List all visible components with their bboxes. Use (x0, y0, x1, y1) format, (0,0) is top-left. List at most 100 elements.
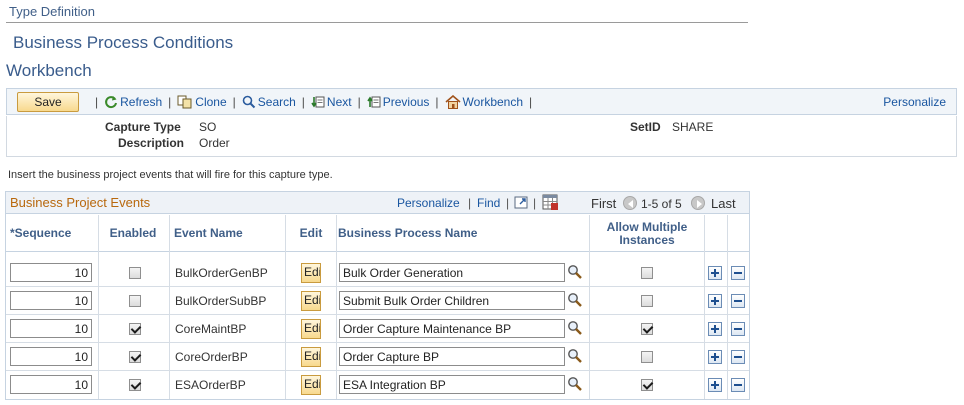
column-header-sequence[interactable]: *Sequence (10, 215, 105, 252)
refresh-link[interactable]: Refresh (104, 95, 162, 109)
edit-button[interactable]: Edit (301, 263, 321, 283)
sequence-input[interactable] (10, 263, 92, 282)
capture-type-label: Capture Type (105, 120, 181, 134)
toolbar-separator: | (232, 94, 236, 109)
refresh-label: Refresh (120, 94, 163, 109)
grid-last-label: Last (711, 196, 736, 211)
add-row-button[interactable] (708, 294, 722, 308)
grid-personalize-link[interactable]: Personalize (397, 196, 460, 210)
delete-row-button[interactable] (731, 350, 745, 364)
column-header-allow-multiple[interactable]: Allow Multiple Instances (591, 215, 703, 252)
grid-header: Business Project Events Personalize | Fi… (6, 192, 749, 214)
lookup-icon[interactable] (567, 320, 583, 336)
allow-multiple-checkbox[interactable] (641, 295, 653, 307)
next-icon (311, 96, 325, 107)
event-name: CoreMaintBP (175, 322, 247, 336)
clone-link[interactable]: Clone (177, 94, 227, 109)
sequence-input[interactable] (10, 375, 92, 394)
add-row-button[interactable] (708, 322, 722, 336)
lookup-icon[interactable] (567, 264, 583, 280)
table-row: ESAOrderBP Edit (6, 371, 749, 399)
allow-multiple-checkbox[interactable] (641, 351, 653, 363)
type-definition-rule (6, 22, 748, 23)
info-box: Capture Type SO Description Order SetID … (6, 116, 957, 157)
previous-page-button[interactable] (623, 196, 637, 210)
event-name: BulkOrderSubBP (175, 294, 267, 308)
toolbar-separator: | (529, 94, 533, 109)
search-label: Search (257, 94, 296, 109)
download-excel-icon[interactable] (542, 194, 559, 211)
allow-multiple-checkbox[interactable] (641, 379, 653, 391)
bp-name-input[interactable] (339, 347, 565, 366)
clone-icon (177, 95, 192, 108)
table-row: BulkOrderGenBP Edit (6, 259, 749, 287)
lookup-icon[interactable] (567, 292, 583, 308)
next-page-button[interactable] (691, 196, 705, 210)
edit-button[interactable]: Edit (301, 347, 321, 367)
delete-row-button[interactable] (731, 378, 745, 392)
workbench-label: Workbench (462, 94, 524, 109)
toolbar-separator: | (357, 94, 361, 109)
view-all-icon[interactable] (514, 195, 529, 210)
previous-label: Previous (382, 94, 430, 109)
home-icon (445, 94, 461, 109)
bp-name-input[interactable] (339, 263, 565, 282)
workbench-link[interactable]: Workbench (445, 94, 524, 109)
table-row: CoreMaintBP Edit (6, 315, 749, 343)
edit-button[interactable]: Edit (301, 375, 321, 395)
column-header-enabled[interactable]: Enabled (103, 215, 163, 252)
grid-find-link[interactable]: Find (477, 196, 500, 210)
bp-name-input[interactable] (339, 319, 565, 338)
table-row: CoreOrderBP Edit (6, 343, 749, 371)
toolbar: Save | Refresh | Clone | Search | Next | (6, 88, 957, 115)
sequence-input[interactable] (10, 347, 92, 366)
next-link[interactable]: Next (311, 95, 352, 109)
add-row-button[interactable] (708, 378, 722, 392)
grid-range-label: 1-5 of 5 (641, 197, 682, 211)
enabled-checkbox[interactable] (129, 295, 141, 307)
delete-row-button[interactable] (731, 266, 745, 280)
event-name: CoreOrderBP (175, 350, 248, 364)
delete-row-button[interactable] (731, 322, 745, 336)
page-title: Business Process Conditions (13, 33, 234, 52)
edit-button[interactable]: Edit (301, 291, 321, 311)
add-row-button[interactable] (708, 350, 722, 364)
allow-multiple-checkbox[interactable] (641, 267, 653, 279)
refresh-icon (105, 95, 118, 108)
toolbar-separator: | (95, 94, 99, 109)
sequence-input[interactable] (10, 319, 92, 338)
column-header-event-name[interactable]: Event Name (174, 215, 284, 252)
enabled-checkbox[interactable] (129, 267, 141, 279)
bp-name-input[interactable] (339, 375, 565, 394)
add-row-button[interactable] (708, 266, 722, 280)
clone-label: Clone (195, 94, 227, 109)
bp-name-input[interactable] (339, 291, 565, 310)
delete-row-button[interactable] (731, 294, 745, 308)
description-label: Description (118, 136, 185, 150)
instruction-text: Insert the business project events that … (8, 169, 333, 181)
personalize-toolbar-link[interactable]: Personalize (883, 95, 946, 109)
enabled-checkbox[interactable] (129, 351, 141, 363)
save-button[interactable]: Save (17, 91, 79, 112)
grid-nav-separator: | (506, 196, 510, 210)
toolbar-separator: | (301, 94, 305, 109)
previous-icon (367, 96, 381, 107)
grid-first-label: First (591, 196, 617, 211)
previous-link[interactable]: Previous (367, 94, 430, 109)
toolbar-separator: | (435, 94, 439, 109)
enabled-checkbox[interactable] (129, 323, 141, 335)
setid-value: SHARE (672, 120, 714, 134)
column-header-edit: Edit (299, 226, 323, 240)
edit-button[interactable]: Edit (301, 319, 321, 339)
enabled-checkbox[interactable] (129, 379, 141, 391)
column-header-bp-name[interactable]: Business Process Name (338, 215, 588, 252)
search-link[interactable]: Search (242, 95, 296, 109)
lookup-icon[interactable] (567, 376, 583, 392)
sequence-input[interactable] (10, 291, 92, 310)
column-headers: *Sequence Enabled Event Name Edit Busine… (6, 215, 749, 252)
event-name: ESAOrderBP (175, 378, 246, 392)
lookup-icon[interactable] (567, 348, 583, 364)
search-icon (242, 95, 255, 108)
table-row: BulkOrderSubBP Edit (6, 287, 749, 315)
allow-multiple-checkbox[interactable] (641, 323, 653, 335)
